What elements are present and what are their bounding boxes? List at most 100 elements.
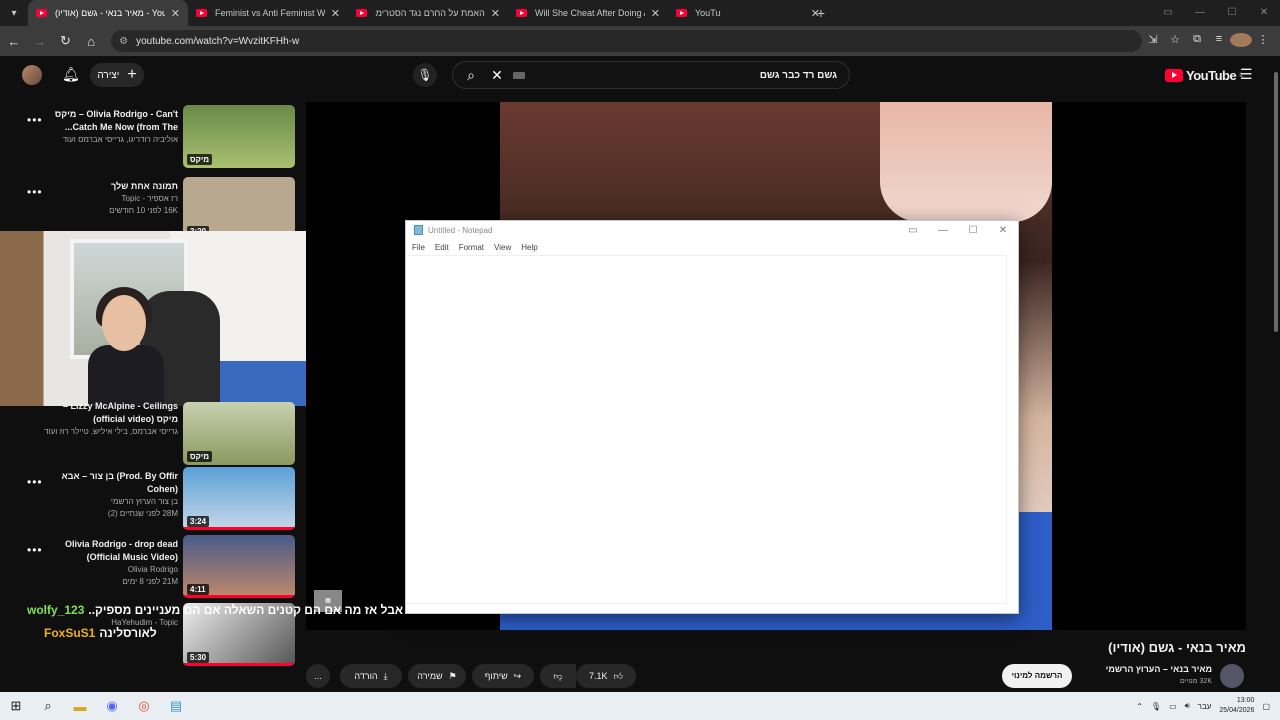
youtube-favicon-icon: [356, 9, 367, 17]
media-controls-icon[interactable]: ≡: [1208, 33, 1230, 50]
dislike-button[interactable]: 👎︎: [540, 664, 576, 688]
site-info-icon[interactable]: ⚙: [119, 36, 128, 47]
maximize-window-button[interactable]: ☐: [1216, 0, 1248, 26]
duration-badge: מיקס: [187, 154, 213, 165]
logo-text: YouTube: [1186, 68, 1237, 83]
rec-thumbnail[interactable]: מיקס: [183, 402, 295, 465]
search-input[interactable]: ⌕ ✕ גשם רד כבר גשם: [452, 61, 850, 89]
list-item[interactable]: Lizzy McAlpine - Ceilings – מיקס (offici…: [0, 400, 300, 468]
bookmark-icon: ⚑: [448, 670, 457, 681]
rec-title[interactable]: Lizzy McAlpine - Ceilings – מיקס (offici…: [44, 400, 178, 426]
input-language[interactable]: עבר: [1198, 702, 1212, 711]
rec-thumbnail[interactable]: מיקס: [183, 105, 295, 168]
forward-button[interactable]: →: [28, 34, 52, 49]
close-tab-icon[interactable]: ✕: [171, 7, 180, 20]
share-button[interactable]: שיתוף ↪: [472, 664, 534, 688]
browser-tab[interactable]: Will She Cheat After Doing A S ✕: [508, 0, 668, 26]
subscribe-button[interactable]: הרשמה למינוי: [1002, 664, 1072, 688]
list-item[interactable]: ••• Olivia Rodrigo - drop dead (Official…: [0, 535, 300, 601]
notepad-taskbar-icon[interactable]: ▤: [160, 698, 192, 714]
network-icon[interactable]: ▭: [1169, 702, 1177, 711]
cast-icon[interactable]: ▭: [1152, 0, 1184, 26]
more-options-icon[interactable]: •••: [27, 185, 43, 199]
rec-thumbnail[interactable]: 4:11: [183, 535, 295, 598]
chat-text: אבל אז מה אם הם קטנים השאלה אם הם מעניינ…: [88, 603, 404, 617]
clock[interactable]: 13:00 25/04/2026: [1219, 696, 1254, 716]
tab-search-chevron-icon[interactable]: ▾: [0, 0, 28, 26]
more-options-icon[interactable]: •••: [27, 543, 43, 557]
youtube-logo[interactable]: YouTube IL: [1165, 68, 1244, 83]
profile-avatar[interactable]: [1230, 32, 1252, 50]
browser-tab[interactable]: YouTube ✕: [668, 0, 828, 26]
microphone-icon[interactable]: 🎙︎: [1151, 702, 1161, 711]
notepad-text-area[interactable]: [407, 255, 1007, 607]
close-tab-icon[interactable]: ✕: [811, 7, 820, 20]
minimize-button[interactable]: —: [928, 225, 958, 236]
menu-help[interactable]: Help: [521, 243, 537, 252]
notifications-bell-icon[interactable]: 🔔︎: [62, 66, 80, 83]
more-actions-button[interactable]: ...: [306, 664, 330, 688]
more-options-icon[interactable]: •••: [27, 113, 43, 127]
chat-message: wolfy_123 אבל אז מה אם הם קטנים השאלה אם …: [27, 603, 403, 617]
download-button[interactable]: הורדה ⤓: [340, 664, 402, 688]
rec-title[interactable]: תמונה אחת שלך: [44, 180, 178, 193]
thumbs-up-icon: 👍︎: [613, 670, 623, 681]
windows-start-icon[interactable]: ⊞: [0, 698, 32, 714]
close-tab-icon[interactable]: ✕: [331, 7, 340, 20]
channel-avatar[interactable]: [1220, 664, 1244, 688]
clear-search-icon[interactable]: ✕: [489, 67, 505, 84]
account-avatar[interactable]: [22, 65, 42, 85]
notepad-titlebar[interactable]: Untitled - Notepad ▭ — ☐ ✕: [406, 221, 1018, 239]
menu-view[interactable]: View: [494, 243, 511, 252]
list-item[interactable]: ••• Olivia Rodrigo - Can't – מיקס Catch …: [0, 105, 300, 171]
like-button[interactable]: 7.1K 👍︎: [576, 664, 636, 688]
volume-icon[interactable]: 🔊︎: [1185, 701, 1190, 711]
browser-tab[interactable]: מאיר בנאי - גשם (אודיו) - YouTube ✕: [28, 0, 188, 26]
menu-edit[interactable]: Edit: [435, 243, 449, 252]
file-explorer-icon[interactable]: ▬: [64, 699, 96, 714]
install-app-icon[interactable]: ⇲: [1142, 33, 1164, 50]
rec-thumbnail[interactable]: 3:24: [183, 467, 295, 530]
duration-badge: 4:11: [187, 584, 209, 595]
browser-menu-icon[interactable]: ⋮: [1252, 33, 1274, 50]
tab-title: Will She Cheat After Doing A S: [535, 8, 645, 18]
back-button[interactable]: ←: [2, 34, 26, 49]
browser-tab[interactable]: Feminist vs Anti Feminist Wome ✕: [188, 0, 348, 26]
create-button[interactable]: יצירה +: [90, 63, 144, 87]
extensions-icon[interactable]: ⧉: [1186, 33, 1208, 50]
tab-title: מאיר בנאי - גשם (אודיו) - YouTube: [55, 8, 165, 18]
rec-title[interactable]: Olivia Rodrigo - drop dead (Official Mus…: [44, 538, 178, 564]
rec-title[interactable]: Olivia Rodrigo - Can't – מיקס Catch Me N…: [44, 108, 178, 134]
discord-icon[interactable]: ◉: [96, 698, 128, 714]
notification-center-icon[interactable]: ▢: [1262, 702, 1270, 711]
home-button[interactable]: ⌂: [79, 34, 103, 49]
screen-capture-icon[interactable]: ▭: [898, 225, 928, 236]
minimize-window-button[interactable]: —: [1184, 0, 1216, 26]
chrome-icon[interactable]: ◎: [128, 698, 160, 714]
horizontal-scrollbar[interactable]: [407, 603, 1007, 611]
rec-title[interactable]: Prod. By Offir) בן צור – אבא (Cohen: [44, 470, 178, 496]
hamburger-menu-icon[interactable]: ☰: [1240, 66, 1253, 83]
close-button[interactable]: ✕: [988, 225, 1018, 236]
tray-chevron-icon[interactable]: ⌃: [1136, 702, 1143, 711]
vertical-scrollbar[interactable]: [1006, 255, 1016, 605]
keyboard-icon[interactable]: [513, 71, 525, 79]
voice-search-mic-icon[interactable]: 🎙︎: [413, 63, 437, 87]
list-item[interactable]: ••• Prod. By Offir) בן צור – אבא (Cohen …: [0, 467, 300, 533]
close-tab-icon[interactable]: ✕: [651, 7, 660, 20]
reload-button[interactable]: ↻: [54, 33, 78, 49]
maximize-button[interactable]: ☐: [958, 225, 988, 236]
bookmark-star-icon[interactable]: ☆: [1164, 33, 1186, 50]
channel-name[interactable]: מאיר בנאי – הערוץ הרשמי: [1106, 664, 1212, 674]
search-icon[interactable]: ⌕: [32, 698, 64, 714]
close-window-button[interactable]: ✕: [1248, 0, 1280, 26]
page-scrollbar[interactable]: [1272, 62, 1280, 332]
address-bar[interactable]: ⚙ youtube.com/watch?v=WvzitKFHh-w: [111, 30, 1142, 52]
browser-tab[interactable]: האמת על החרם נגד הסטרימר ✕: [348, 0, 508, 26]
search-icon[interactable]: ⌕: [453, 67, 489, 84]
more-options-icon[interactable]: •••: [27, 475, 43, 489]
menu-file[interactable]: File: [412, 243, 425, 252]
menu-format[interactable]: Format: [459, 243, 484, 252]
close-tab-icon[interactable]: ✕: [491, 7, 500, 20]
save-button[interactable]: שמירה ⚑: [408, 664, 466, 688]
